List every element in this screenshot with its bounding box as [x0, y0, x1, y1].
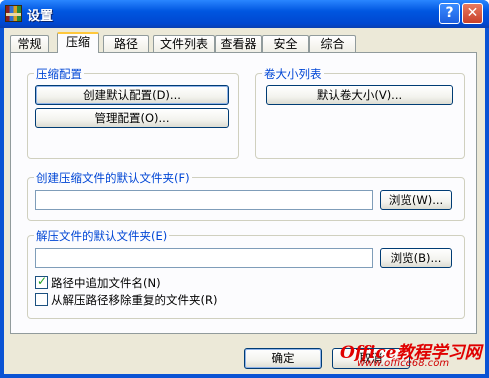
extract-folder-input[interactable] — [35, 248, 373, 268]
tab-security[interactable]: 安全 — [262, 35, 309, 52]
tab-file-list[interactable]: 文件列表 — [153, 35, 215, 52]
tab-compression[interactable]: 压缩 — [57, 32, 99, 53]
default-archive-folder-label: 创建压缩文件的默认文件夹(F) — [34, 170, 192, 186]
browse-extract-folder-button[interactable]: 浏览(B)... — [380, 248, 452, 268]
ok-button[interactable]: 确定 — [244, 348, 322, 369]
tab-general[interactable]: 常规 — [10, 35, 49, 52]
remove-redundant-folders-label: 从解压路径移除重复的文件夹(R) — [51, 293, 218, 307]
append-filename-checkbox[interactable] — [35, 274, 48, 289]
browse-archive-folder-button[interactable]: 浏览(W)... — [380, 190, 452, 210]
help-button[interactable]: ? — [439, 3, 460, 24]
tab-panel-compression: 压缩配置 创建默认配置(D)... 管理配置(O)... 卷大小列表 默认卷大小… — [10, 52, 477, 334]
tab-viewer[interactable]: 查看器 — [215, 35, 262, 52]
append-filename-label: 路径中追加文件名(N) — [51, 276, 161, 290]
title-bar[interactable]: 设置 ? ✕ — [0, 0, 489, 28]
window-title: 设置 — [27, 9, 54, 24]
default-archive-folder-input[interactable] — [35, 190, 373, 210]
compression-config-group: 压缩配置 创建默认配置(D)... 管理配置(O)... — [27, 66, 239, 159]
dialog-body: 常规 压缩 路径 文件列表 查看器 安全 综合 压缩配置 创建默认配置(D)..… — [4, 28, 485, 374]
watermark-url: www.office68.com — [357, 358, 450, 369]
extract-folder-group: 解压文件的默认文件夹(E) 浏览(B)... 路径中追加文件名(N) 从解压路径… — [27, 228, 465, 319]
manage-config-button[interactable]: 管理配置(O)... — [35, 108, 229, 128]
tab-misc[interactable]: 综合 — [309, 35, 356, 52]
extract-folder-label: 解压文件的默认文件夹(E) — [34, 228, 170, 244]
settings-window: 设置 ? ✕ 常规 压缩 路径 文件列表 查看器 安全 综合 压缩配置 创建默认… — [0, 0, 489, 378]
volume-size-group: 卷大小列表 默认卷大小(V)... — [255, 66, 465, 159]
remove-redundant-folders-checkbox[interactable] — [35, 293, 48, 306]
close-button[interactable]: ✕ — [462, 3, 483, 24]
close-icon: ✕ — [466, 5, 479, 21]
volume-size-label: 卷大小列表 — [262, 66, 324, 82]
create-default-config-button[interactable]: 创建默认配置(D)... — [35, 85, 229, 105]
default-archive-folder-group: 创建压缩文件的默认文件夹(F) 浏览(W)... — [27, 170, 465, 221]
winrar-app-icon — [5, 5, 22, 22]
tab-paths[interactable]: 路径 — [103, 35, 149, 52]
question-mark-icon: ? — [445, 5, 454, 21]
default-volume-size-button[interactable]: 默认卷大小(V)... — [266, 85, 453, 105]
compression-config-label: 压缩配置 — [34, 66, 84, 82]
